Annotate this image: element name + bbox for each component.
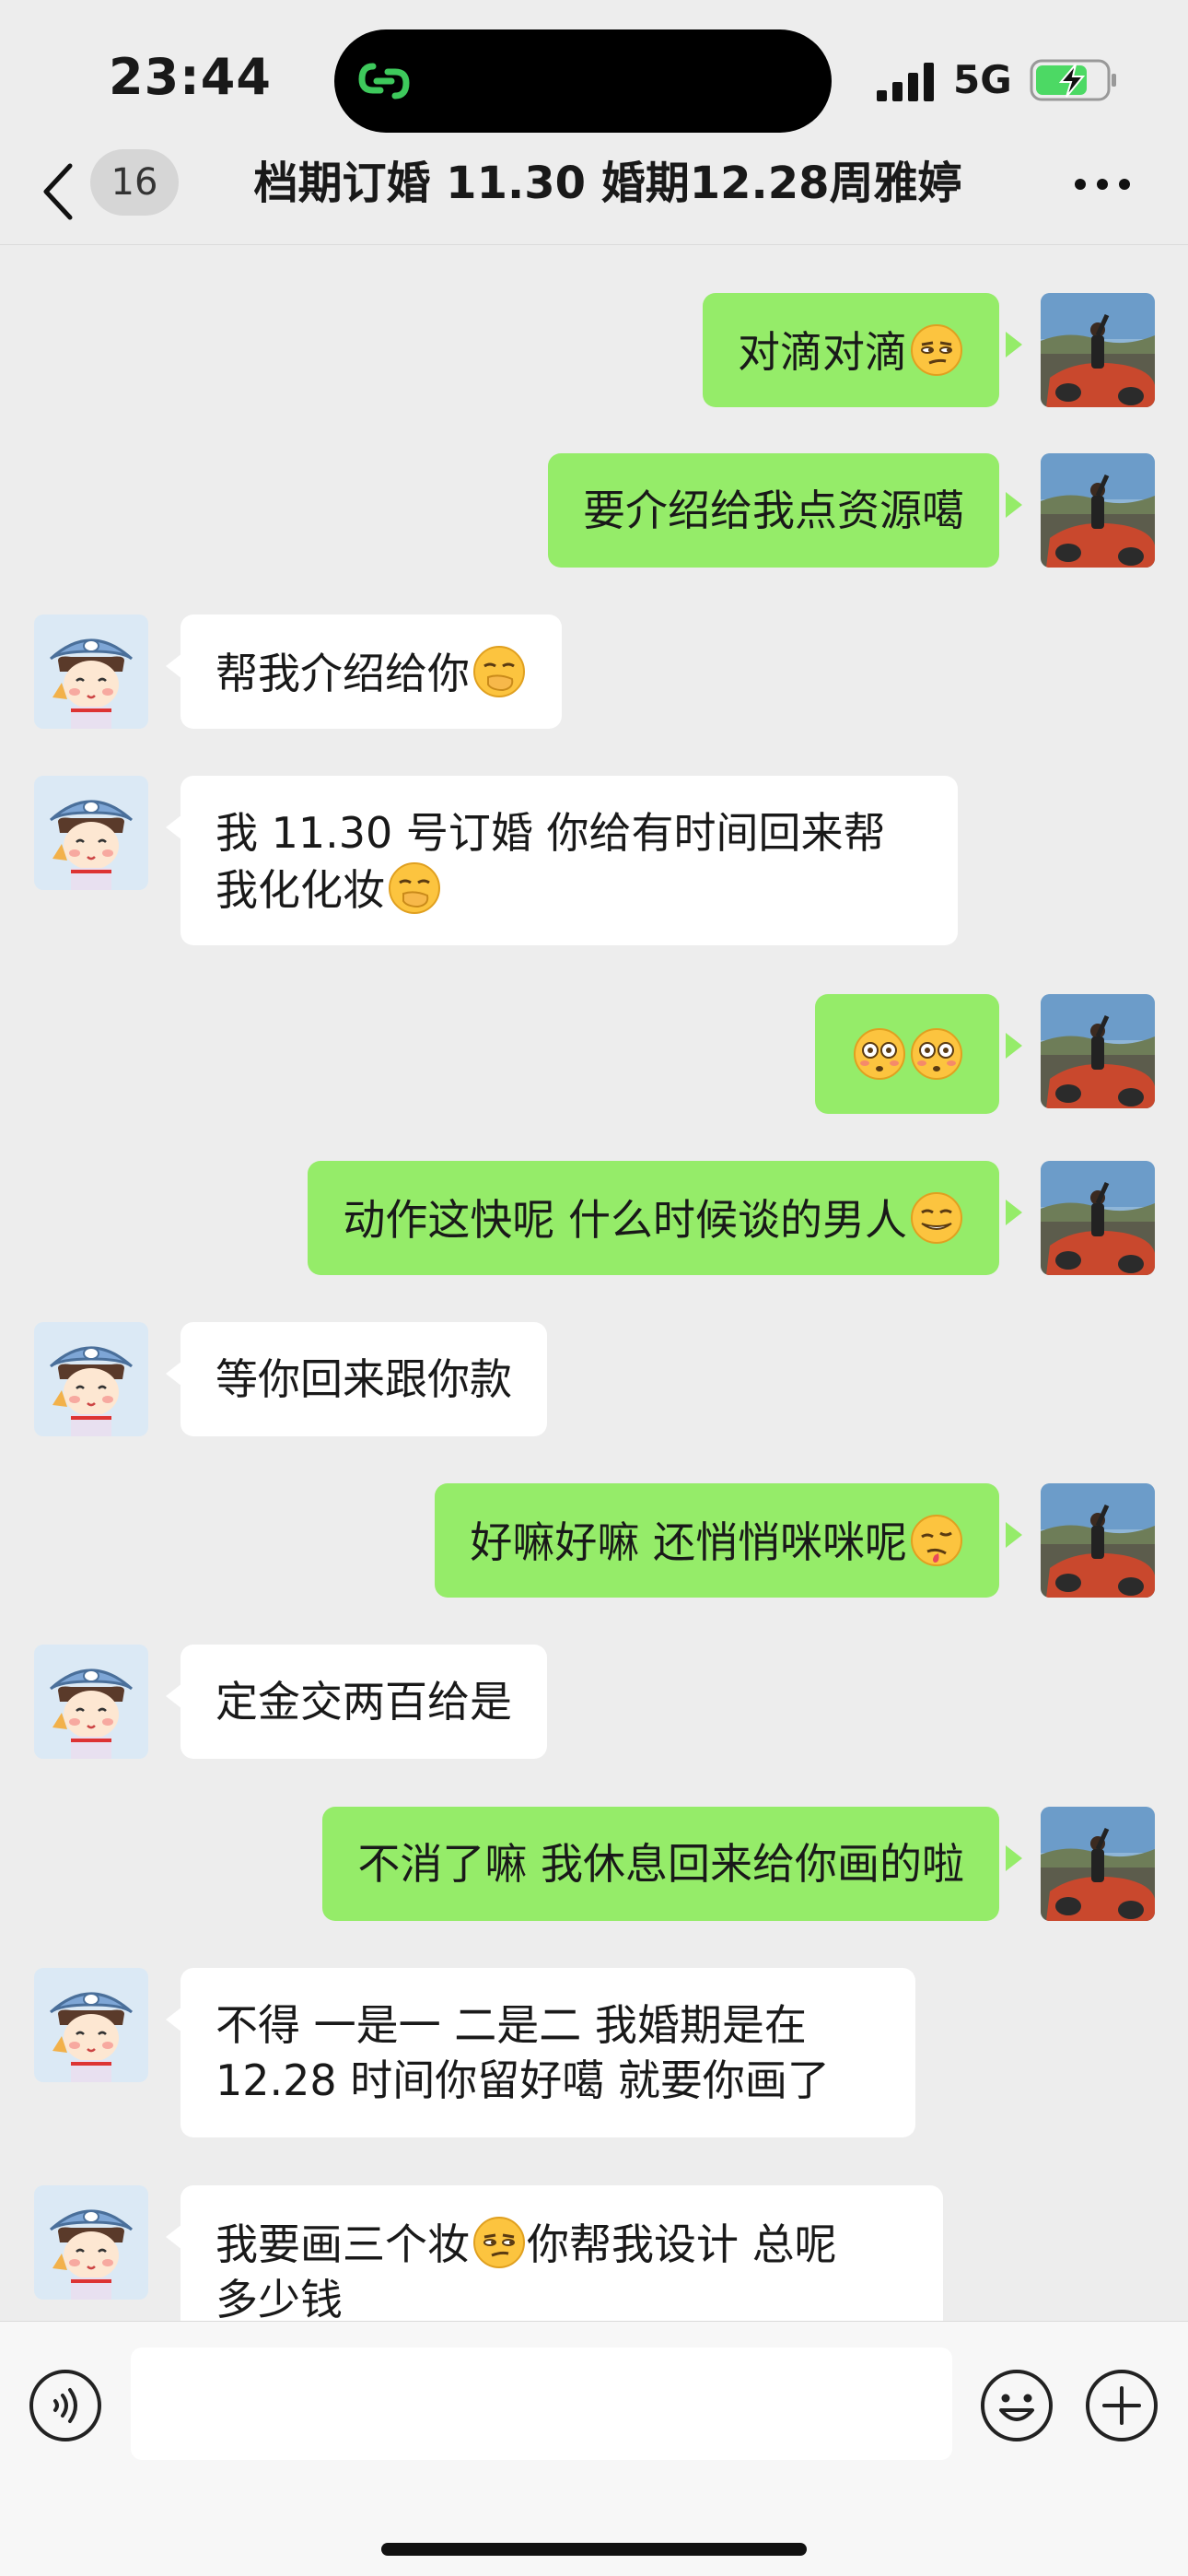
friend-avatar[interactable] (34, 1968, 148, 2082)
message-bubble[interactable]: 我 11.30 号订婚 你给有时间回来帮 我化化妆 (181, 776, 958, 945)
smirk-emoji-icon (472, 2215, 527, 2270)
friend-avatar[interactable] (34, 615, 148, 729)
message-text-line: 我 11.30 号订婚 你给有时间回来帮 (215, 808, 886, 858)
battery-charging-icon (1030, 59, 1116, 101)
my-avatar[interactable] (1041, 1483, 1155, 1598)
back-chevron-icon[interactable] (37, 158, 81, 225)
message-input[interactable] (131, 2348, 952, 2460)
message-list[interactable]: 对滴对滴 要介绍给我点资源噶 帮我介绍给你 我 11.30 号订婚 你给有时间回… (0, 246, 1188, 2321)
my-avatar[interactable] (1041, 1807, 1155, 1921)
friend-avatar[interactable] (34, 776, 148, 890)
message-text: 动作这快呢 什么时候谈的男人 (343, 1195, 907, 1245)
network-type: 5G (953, 57, 1012, 102)
unread-count-badge[interactable]: 16 (90, 149, 179, 216)
message-bubble[interactable]: 我要画三个妆 你帮我设计 总呢多少钱 (181, 2185, 943, 2321)
emoji-picker-icon[interactable] (979, 2368, 1054, 2443)
friend-avatar[interactable] (34, 1322, 148, 1436)
message-bubble[interactable]: 好嘛好嘛 还悄悄咪咪呢 (435, 1483, 999, 1598)
bubble-tail (1006, 1522, 1022, 1548)
message-text-line: 你帮我设计 总呢 (527, 2219, 837, 2269)
message-bubble[interactable] (815, 994, 999, 1114)
signal-icon (877, 63, 934, 101)
message-text: 帮我介绍给你 (215, 649, 470, 698)
friend-avatar[interactable] (34, 1645, 148, 1759)
more-options-icon[interactable] (1074, 173, 1131, 195)
message-bubble[interactable]: 定金交两百给是 (181, 1645, 547, 1759)
message-bubble[interactable]: 等你回来跟你款 (181, 1322, 547, 1436)
bubble-tail (1006, 1033, 1022, 1059)
dynamic-island (334, 29, 832, 133)
flushed-emoji-icon (852, 1026, 907, 1082)
link-icon (358, 63, 410, 100)
smirk-emoji-icon (909, 322, 964, 378)
message-text-line: 多少钱 (215, 2275, 343, 2321)
my-avatar[interactable] (1041, 1161, 1155, 1275)
message-bubble[interactable]: 不消了嘛 我休息回来给你画的啦 (322, 1807, 999, 1921)
message-text-line: 不得 一是一 二是二 我婚期是在 (215, 2000, 807, 2050)
bubble-tail (1006, 1200, 1022, 1225)
message-text: 不消了嘛 我休息回来给你画的啦 (357, 1839, 964, 1889)
my-avatar[interactable] (1041, 453, 1155, 568)
message-text-line: 12.28 时间你留好噶 就要你画了 (215, 2055, 830, 2105)
flushed-emoji-icon (909, 1026, 964, 1082)
message-text-line: 我化化妆 (215, 865, 385, 915)
bubble-tail (1006, 332, 1022, 357)
message-bubble[interactable]: 帮我介绍给你 (181, 615, 562, 729)
friend-avatar[interactable] (34, 2185, 148, 2300)
bubble-tail (1006, 1845, 1022, 1871)
status-bar: 23:44 5G (0, 0, 1188, 138)
woozy-emoji-icon (909, 1513, 964, 1568)
message-text: 等你回来跟你款 (215, 1354, 512, 1404)
message-text: 对滴对滴 (738, 327, 907, 377)
hand-over-mouth-emoji-icon (387, 861, 442, 916)
input-bar (0, 2321, 1188, 2576)
grimace-emoji-icon (909, 1190, 964, 1246)
message-bubble[interactable]: 要介绍给我点资源噶 (548, 453, 999, 568)
message-text: 定金交两百给是 (215, 1677, 512, 1727)
status-time: 23:44 (109, 48, 272, 106)
message-text-line: 我要画三个妆 (215, 2219, 470, 2269)
message-text: 好嘛好嘛 还悄悄咪咪呢 (470, 1517, 907, 1567)
home-indicator[interactable] (381, 2543, 807, 2556)
my-avatar[interactable] (1041, 994, 1155, 1108)
voice-input-icon[interactable] (28, 2368, 103, 2443)
my-avatar[interactable] (1041, 293, 1155, 407)
message-bubble[interactable]: 动作这快呢 什么时候谈的男人 (308, 1161, 999, 1275)
more-functions-plus-icon[interactable] (1084, 2368, 1159, 2443)
message-bubble[interactable]: 对滴对滴 (703, 293, 999, 407)
message-bubble[interactable]: 不得 一是一 二是二 我婚期是在 12.28 时间你留好噶 就要你画了 (181, 1968, 915, 2137)
chat-header: 16 档期订婚 11.30 婚期12.28周雅婷 (0, 138, 1188, 245)
bubble-tail (1006, 492, 1022, 518)
hand-over-mouth-emoji-icon (472, 644, 527, 699)
message-text: 要介绍给我点资源噶 (583, 486, 964, 535)
chat-title: 档期订婚 11.30 婚期12.28周雅婷 (253, 158, 962, 209)
